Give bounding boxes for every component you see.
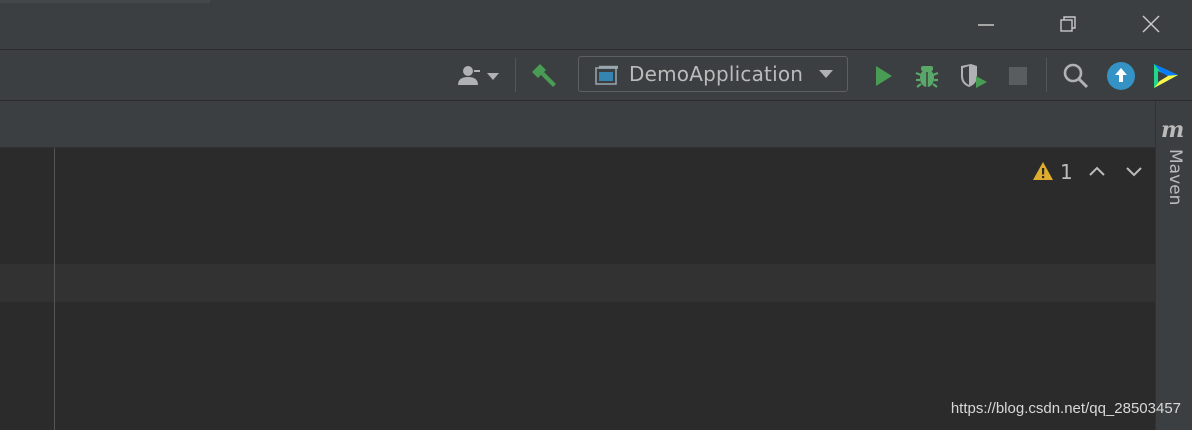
run-with-coverage-button[interactable]: [958, 62, 987, 90]
build-button[interactable]: [529, 62, 557, 90]
user-dropdown-button[interactable]: [455, 62, 501, 90]
maven-icon[interactable]: m: [1161, 117, 1184, 143]
inspection-widget: 1: [1032, 160, 1147, 186]
gutter-divider: [54, 148, 55, 430]
warning-icon[interactable]: [1032, 161, 1054, 181]
restore-button[interactable]: [1048, 6, 1088, 42]
plugin-button[interactable]: [1152, 62, 1180, 90]
close-icon: [1142, 15, 1160, 33]
debug-icon: [915, 66, 939, 88]
restore-icon: [1060, 16, 1076, 32]
search-everywhere-button[interactable]: [1062, 62, 1090, 90]
editor-tab-strip: [0, 101, 1155, 148]
stop-icon: [1009, 67, 1027, 85]
coverage-icon: [961, 64, 987, 88]
warning-count: 1: [1060, 160, 1073, 184]
search-icon: [1063, 63, 1089, 89]
debug-button[interactable]: [913, 62, 941, 90]
update-icon: [1107, 62, 1135, 90]
stop-button[interactable]: [1004, 62, 1032, 90]
minimize-icon: [978, 24, 994, 26]
chevron-up-icon[interactable]: [1088, 164, 1106, 178]
application-window-icon: [595, 65, 618, 85]
run-configuration-selector[interactable]: DemoApplication: [578, 56, 848, 92]
chevron-down-icon: [819, 70, 833, 78]
user-dropdown-icon: [458, 66, 499, 85]
main-toolbar: DemoApplication: [0, 50, 1192, 101]
chevron-down-icon[interactable]: [1125, 165, 1143, 179]
toolbar-separator: [1046, 58, 1047, 92]
maven-tool-window-button[interactable]: Maven: [1161, 149, 1189, 219]
current-line-highlight: [0, 264, 1155, 302]
close-button[interactable]: [1131, 6, 1171, 42]
build-hammer-icon: [532, 64, 556, 87]
code-editor[interactable]: 1: [0, 148, 1155, 430]
run-button[interactable]: [870, 62, 898, 90]
plugin-icon: [1154, 64, 1178, 88]
title-bar-tab-hint: [0, 0, 210, 3]
run-icon: [876, 66, 892, 86]
right-tool-window-strip: m Maven: [1155, 101, 1192, 430]
watermark: https://blog.csdn.net/qq_28503457: [950, 400, 1181, 417]
title-bar: [0, 0, 1192, 50]
toolbar-separator: [515, 58, 516, 92]
run-configuration-label: DemoApplication: [629, 62, 804, 86]
update-button[interactable]: [1107, 62, 1135, 90]
minimize-button[interactable]: [966, 6, 1006, 42]
